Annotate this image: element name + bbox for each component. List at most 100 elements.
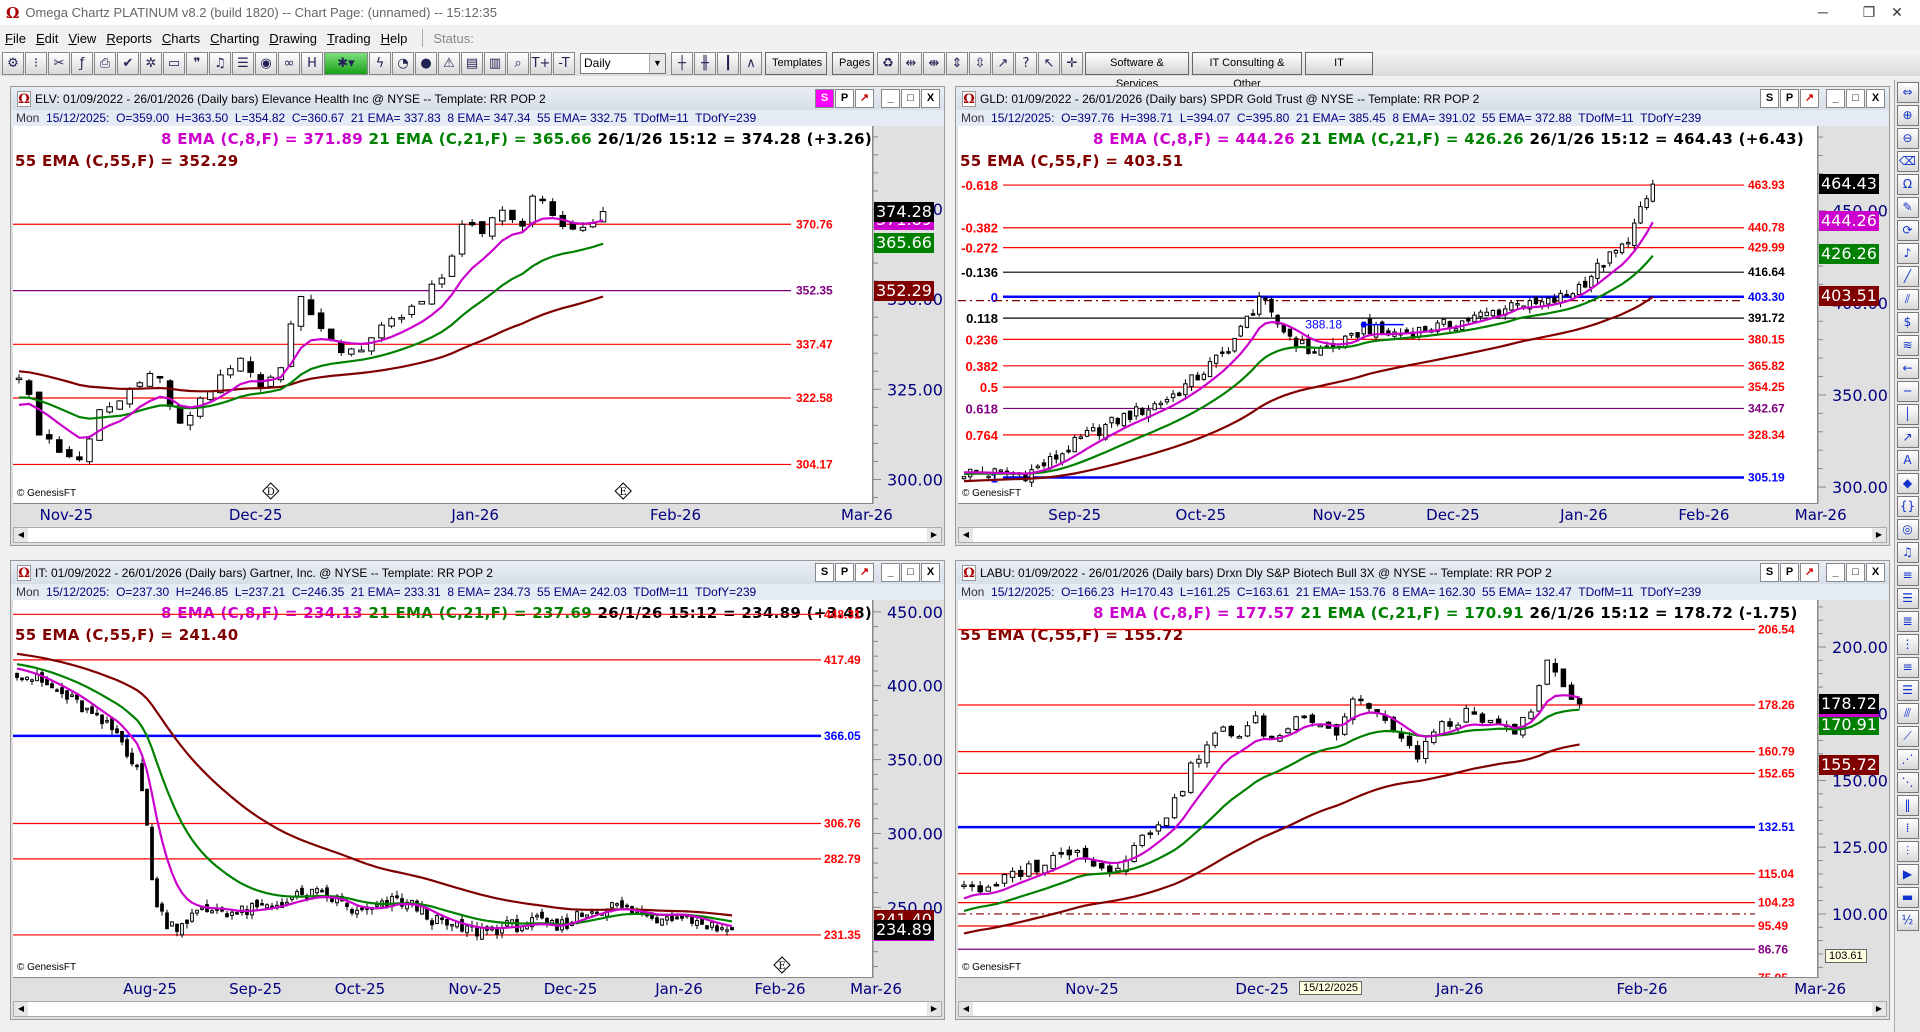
pitchfork-tool[interactable]: ⫻ — [1896, 703, 1919, 724]
cycle-lines-tool[interactable]: ‖ — [1896, 795, 1919, 816]
channel-tool[interactable]: ⫽ — [1896, 289, 1919, 310]
scroll-right-icon[interactable]: ▶ — [1872, 528, 1886, 542]
text-plus-button[interactable]: T+ — [530, 51, 552, 75]
event-marker[interactable]: E — [773, 956, 791, 974]
volume-tool[interactable]: ≡ — [1896, 565, 1919, 586]
minimize-panel-button[interactable]: _ — [1826, 563, 1845, 582]
ray-left-tool[interactable]: ← — [1896, 358, 1919, 379]
squeeze-button[interactable]: ⇳ — [969, 51, 991, 75]
crosshair-button[interactable]: ✛ — [1061, 51, 1083, 75]
print-button[interactable]: ⎙ — [94, 51, 116, 75]
pointer-button[interactable]: ↖ — [1038, 51, 1060, 75]
fib-time-tool[interactable]: ≡ — [1896, 657, 1919, 678]
traffic-light-button[interactable]: ⁝ — [25, 51, 47, 75]
close-panel-button[interactable]: X — [921, 563, 940, 582]
candle-button[interactable]: ┼ — [671, 51, 693, 75]
gauge-button[interactable]: ◔ — [392, 51, 414, 75]
vertical-grid-tool[interactable]: ⫶ — [1896, 841, 1919, 862]
menu-charting[interactable]: Charting — [205, 31, 264, 46]
fib-ext-tool[interactable]: ≣ — [1896, 611, 1919, 632]
chart-panel-elv[interactable]: Ω ELV: 01/09/2022 - 26/01/2026 (Daily bar… — [10, 86, 945, 546]
price-plot[interactable]: 8 EMA (C,8,F) = 234.13 21 EMA (C,21,F) =… — [13, 600, 873, 978]
chart-header[interactable]: Ω LABU: 01/09/2022 - 26/01/2026 (Daily ba… — [956, 561, 1889, 584]
chart-header[interactable]: Ω GLD: 01/09/2022 - 26/01/2026 (Daily bar… — [956, 87, 1889, 110]
menu-view[interactable]: View — [63, 31, 101, 46]
s-toggle-button[interactable]: S — [1760, 89, 1779, 108]
horizontal-scrollbar[interactable]: ◀ ▶ — [958, 1001, 1887, 1017]
chart-panel-gld[interactable]: Ω GLD: 01/09/2022 - 26/01/2026 (Daily bar… — [955, 86, 1890, 546]
target-tool[interactable]: ◎ — [1896, 519, 1919, 540]
price-plot[interactable]: 8 EMA (C,8,F) = 177.57 21 EMA (C,21,F) =… — [958, 600, 1818, 978]
menu-trading[interactable]: Trading — [322, 31, 376, 46]
price-plot[interactable]: 8 EMA (C,8,F) = 371.89 21 EMA (C,21,F) =… — [13, 126, 873, 504]
vline-tool[interactable]: │ — [1896, 404, 1919, 425]
tools-button[interactable]: ✂ — [48, 51, 70, 75]
scroll-right-icon[interactable]: ▶ — [927, 1002, 941, 1016]
popout-icon[interactable]: ↗ — [855, 563, 874, 582]
formula-button[interactable]: ƒ — [71, 51, 93, 75]
zoom-out-tool[interactable]: ⊖ — [1896, 128, 1919, 149]
templates-button[interactable]: Templates — [765, 51, 827, 75]
horizontal-scrollbar[interactable]: ◀ ▶ — [958, 527, 1887, 543]
play-tool[interactable]: ▶ — [1896, 864, 1919, 885]
price-axis[interactable]: 300.00350.00400.00450.00403.51426.26444.… — [1818, 126, 1889, 504]
arrow-tool[interactable]: ↗ — [1896, 427, 1919, 448]
run-scan-button[interactable]: ✱▾ — [324, 51, 368, 75]
eraser-tool[interactable]: ⌫ — [1896, 151, 1919, 172]
record-button[interactable]: ● — [415, 51, 437, 75]
ladder-button[interactable]: H — [301, 51, 323, 75]
link-button[interactable]: ∞ — [278, 51, 300, 75]
minimize-button[interactable]: ─ — [1800, 0, 1846, 25]
list-button[interactable]: ☰ — [232, 51, 254, 75]
note-tool[interactable]: ♫ — [1896, 542, 1919, 563]
text-tool[interactable]: A — [1896, 450, 1919, 471]
pan-tool[interactable]: ⇔ — [1896, 82, 1919, 103]
shapes-tool[interactable]: ◆ — [1896, 473, 1919, 494]
fib-retrace-tool[interactable]: ☰ — [1896, 588, 1919, 609]
lightning-button[interactable]: ϟ — [369, 51, 391, 75]
recycle-button[interactable]: ♻ — [877, 51, 899, 75]
group-tab-2[interactable]: IT — [1305, 51, 1373, 75]
scroll-left-icon[interactable]: ◀ — [959, 1002, 973, 1016]
scan-button[interactable]: ◉ — [255, 51, 277, 75]
event-marker[interactable]: D — [262, 482, 280, 500]
menu-reports[interactable]: Reports — [101, 31, 157, 46]
fan-lines-tool[interactable]: ⋱ — [1896, 772, 1919, 793]
chart-panel-labu[interactable]: Ω LABU: 01/09/2022 - 26/01/2026 (Daily ba… — [955, 560, 1890, 1020]
magnet-tool[interactable]: Ω — [1896, 174, 1919, 195]
sheet-button[interactable]: ▤ — [461, 51, 483, 75]
scroll-left-icon[interactable]: ◀ — [959, 528, 973, 542]
hline-tool[interactable]: ─ — [1896, 381, 1919, 402]
date-axis[interactable]: Nov-25 Dec-25 Jan-26 Feb-26 Mar-26 15/12/2025 — [956, 978, 1889, 1000]
date-axis[interactable]: Aug-25 Sep-25 Oct-25 Nov-25 Dec-25 Jan-26 Feb-… — [11, 978, 944, 1000]
fib-fan-red-tool[interactable]: ☰ — [1896, 680, 1919, 701]
pages-button[interactable]: Pages — [832, 51, 874, 75]
popout-icon[interactable]: ↗ — [1800, 89, 1819, 108]
s-toggle-button[interactable]: S — [815, 563, 834, 582]
maximize-panel-button[interactable]: □ — [901, 563, 920, 582]
price-plot[interactable]: 8 EMA (C,8,F) = 444.26 21 EMA (C,21,F) =… — [958, 126, 1818, 504]
p-toggle-button[interactable]: P — [835, 89, 854, 108]
pencil-tool[interactable]: ✎ — [1896, 197, 1919, 218]
symbol-omega-icon[interactable]: Ω — [17, 90, 31, 107]
horizontal-scrollbar[interactable]: ◀ ▶ — [13, 1001, 942, 1017]
scroll-left-icon[interactable]: ◀ — [14, 1002, 28, 1016]
maximize-panel-button[interactable]: □ — [1846, 563, 1865, 582]
date-axis[interactable]: Sep-25 Oct-25 Nov-25 Dec-25 Jan-26 Feb-26 Mar-… — [956, 504, 1889, 526]
chart-header[interactable]: Ω ELV: 01/09/2022 - 26/01/2026 (Daily bar… — [11, 87, 944, 110]
scroll-right-icon[interactable]: ▶ — [1872, 1002, 1886, 1016]
group-tab-1[interactable]: IT Consulting & Other — [1192, 51, 1302, 90]
popout-icon[interactable]: ↗ — [855, 89, 874, 108]
dollar-line-tool[interactable]: $ — [1896, 312, 1919, 333]
p-toggle-button[interactable]: P — [835, 563, 854, 582]
symbol-omega-icon[interactable]: Ω — [962, 564, 976, 581]
trend-button[interactable]: ↗ — [992, 51, 1014, 75]
bars-button[interactable]: ┃ — [717, 51, 739, 75]
trendline-tool[interactable]: ╱ — [1896, 266, 1919, 287]
popout-icon[interactable]: ↗ — [1800, 563, 1819, 582]
group-tab-0[interactable]: Software & Services — [1085, 51, 1189, 90]
maximize-panel-button[interactable]: □ — [901, 89, 920, 108]
alarm-tool[interactable]: ♪ — [1896, 243, 1919, 264]
scroll-right-icon[interactable]: ▶ — [927, 528, 941, 542]
window-button[interactable]: ▭ — [163, 51, 185, 75]
